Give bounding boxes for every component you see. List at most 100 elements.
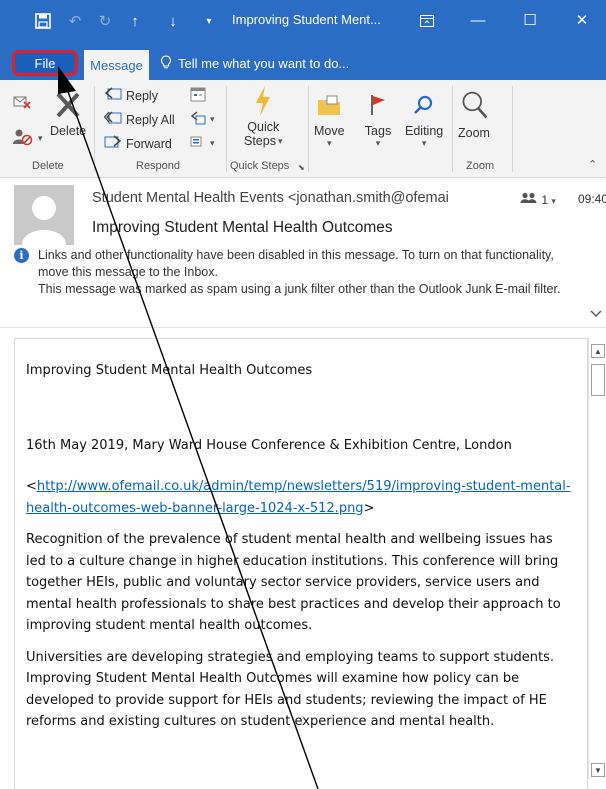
ribbon: ▾ Delete Delete Reply Reply All Forward xyxy=(0,80,606,178)
people-icon xyxy=(520,192,541,207)
search-icon xyxy=(409,88,439,122)
delete-button[interactable]: Delete xyxy=(50,88,86,138)
link-prefix: < xyxy=(26,479,37,494)
delete-x-icon xyxy=(53,88,83,122)
previous-item-icon[interactable]: ↑ xyxy=(122,8,148,34)
im-caret-icon: ▾ xyxy=(210,138,215,148)
meeting-calendar-icon xyxy=(190,86,206,105)
expand-header-chevron-icon[interactable] xyxy=(590,306,602,321)
ignore-icon xyxy=(12,92,32,113)
customize-toolbar-icon[interactable]: ▾ xyxy=(196,8,222,34)
quick-steps-caret-icon: ▾ xyxy=(277,135,283,146)
undo-icon[interactable]: ↶ xyxy=(62,8,88,34)
tags-button[interactable]: Tags ▾ xyxy=(363,88,393,149)
close-button[interactable]: ✕ xyxy=(562,6,602,34)
im-button[interactable]: ▾ xyxy=(190,134,215,153)
group-label-quick-steps: Quick Steps xyxy=(230,160,290,172)
ignore-button[interactable] xyxy=(12,92,32,113)
im-icon xyxy=(190,134,206,153)
reply-icon xyxy=(104,86,122,105)
link-suffix: > xyxy=(363,500,375,516)
reply-all-icon xyxy=(103,110,122,129)
reply-all-label: Reply All xyxy=(126,112,175,127)
group-separator xyxy=(512,86,513,172)
body-heading: Improving Student Mental Health Outcomes xyxy=(26,363,313,378)
forward-icon xyxy=(104,134,122,153)
body-paragraph-1: Recognition of the prevalence of student… xyxy=(26,532,561,633)
forward-button[interactable]: Forward xyxy=(104,134,172,153)
window-title: Improving Student Ment... xyxy=(232,12,381,27)
group-label-delete: Delete xyxy=(32,160,64,172)
ribbon-display-options-icon[interactable] xyxy=(414,8,440,34)
group-separator xyxy=(452,86,453,172)
move-caret-icon: ▾ xyxy=(327,138,332,148)
body-date-venue: 16th May 2019, Mary Ward House Conferenc… xyxy=(26,437,512,453)
message-body: Improving Student Mental Health Outcomes… xyxy=(14,338,588,789)
body-scrollbar[interactable]: ▲ ▼ xyxy=(588,338,606,779)
group-separator xyxy=(94,86,95,172)
message-body-text: Improving Student Mental Health Outcomes… xyxy=(26,360,574,733)
body-banner-link: <http://www.ofemail.co.uk/admin/temp/new… xyxy=(26,476,574,519)
infobar-line-2: This message was marked as spam using a … xyxy=(38,282,561,296)
lightbulb-icon xyxy=(160,55,172,72)
next-item-icon[interactable]: ↓ xyxy=(160,8,186,34)
delete-label: Delete xyxy=(50,124,87,138)
more-respond-caret-icon: ▾ xyxy=(210,114,215,124)
message-subject: Improving Student Mental Health Outcomes xyxy=(92,219,393,236)
collapse-ribbon-icon[interactable]: ⌃ xyxy=(588,158,597,171)
flag-icon xyxy=(363,88,393,122)
banner-image-link[interactable]: http://www.ofemail.co.uk/admin/temp/news… xyxy=(26,479,571,516)
info-icon: i xyxy=(14,248,29,263)
junk-user-icon xyxy=(12,128,34,149)
move-label: Move xyxy=(314,124,345,138)
people-count-value: 1 xyxy=(541,193,549,207)
quick-steps-launcher-icon[interactable]: ⬊ xyxy=(298,163,305,172)
tags-caret-icon: ▾ xyxy=(375,138,381,148)
maximize-button[interactable]: ☐ xyxy=(510,6,550,34)
junk-button[interactable]: ▾ xyxy=(12,128,43,149)
avatar xyxy=(14,185,74,245)
move-button[interactable]: Move ▾ xyxy=(314,88,345,149)
tags-label: Tags xyxy=(364,124,392,138)
editing-button[interactable]: Editing ▾ xyxy=(405,88,443,149)
message-header: Student Mental Health Events <jonathan.s… xyxy=(0,178,606,328)
scroll-up-arrow-icon[interactable]: ▲ xyxy=(591,344,605,358)
group-label-zoom: Zoom xyxy=(466,160,495,172)
lightning-icon xyxy=(248,84,278,118)
body-paragraph-2: Universities are developing strategies a… xyxy=(26,649,555,730)
infobar[interactable]: Links and other functionality have been … xyxy=(38,247,578,298)
tab-file[interactable]: File xyxy=(12,50,78,76)
sender[interactable]: Student Mental Health Events <jonathan.s… xyxy=(92,190,449,206)
reply-all-button[interactable]: Reply All xyxy=(103,110,175,129)
save-icon[interactable] xyxy=(30,8,56,34)
header-divider xyxy=(0,327,606,328)
minimize-button[interactable]: — xyxy=(458,6,498,34)
editing-label: Editing xyxy=(405,124,444,138)
reply-label: Reply xyxy=(126,88,158,103)
scroll-down-arrow-icon[interactable]: ▼ xyxy=(591,763,605,777)
meeting-button[interactable] xyxy=(190,86,206,105)
reply-button[interactable]: Reply xyxy=(104,86,158,105)
junk-caret-icon: ▾ xyxy=(38,133,43,143)
people-count[interactable]: 1 ▾ xyxy=(520,192,556,207)
infobar-line-1: Links and other functionality have been … xyxy=(38,248,554,279)
editing-caret-icon: ▾ xyxy=(421,138,427,148)
group-label-respond: Respond xyxy=(136,160,181,172)
zoom-magnifier-icon xyxy=(459,86,489,124)
tell-me-label: Tell me what you want to do... xyxy=(178,56,350,71)
tab-message[interactable]: Message xyxy=(84,50,149,80)
received-time: 09:40 xyxy=(578,192,606,206)
redo-icon[interactable]: ↻ xyxy=(92,8,118,34)
tell-me-search[interactable]: Tell me what you want to do... xyxy=(160,55,349,72)
quick-steps-label-2: Steps xyxy=(244,134,276,148)
more-respond-icon xyxy=(190,110,206,129)
quick-steps-button[interactable]: Quick Steps ▾ xyxy=(244,84,283,148)
group-separator xyxy=(308,86,309,172)
scrollbar-thumb[interactable] xyxy=(591,364,605,396)
zoom-button[interactable]: Zoom xyxy=(458,86,490,140)
zoom-label: Zoom xyxy=(458,126,490,140)
more-respond-button[interactable]: ▾ xyxy=(190,110,215,129)
